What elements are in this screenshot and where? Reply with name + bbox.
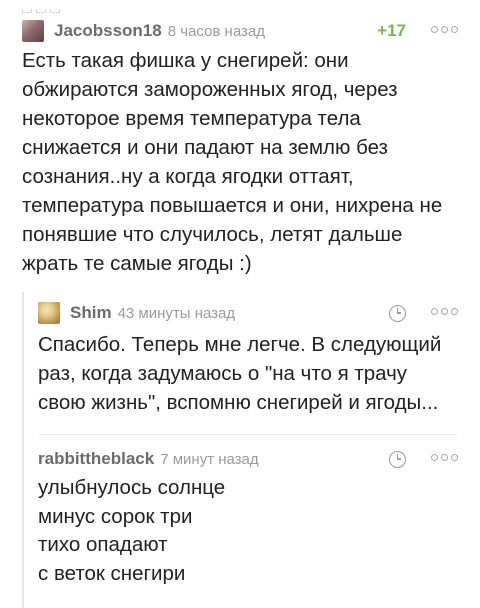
collapsed-thread-markers bbox=[22, 0, 82, 13]
comment-username[interactable]: rabbittheblack bbox=[38, 449, 154, 469]
comment-username[interactable]: Shim bbox=[70, 303, 112, 323]
comment-header: Jacobsson18 8 часов назад +17 bbox=[22, 18, 458, 44]
clock-icon bbox=[389, 305, 406, 322]
comment-reply: Shim 43 минуты назад Спасибо. Теперь мне… bbox=[38, 300, 458, 417]
comment-username[interactable]: Jacobsson18 bbox=[54, 21, 162, 41]
comment-time[interactable]: 8 часов назад bbox=[168, 23, 265, 40]
comment-header: rabbittheblack 7 минут назад bbox=[38, 446, 458, 472]
comment: Jacobsson18 8 часов назад +17 Есть такая… bbox=[22, 18, 458, 278]
user-avatar[interactable] bbox=[22, 20, 44, 42]
comment-text: Спасибо. Теперь мне легче. В следующий р… bbox=[38, 333, 442, 414]
divider bbox=[38, 434, 458, 435]
comment-reply: rabbittheblack 7 минут назад улыбнулось … bbox=[38, 446, 458, 588]
more-options-icon[interactable] bbox=[431, 454, 458, 461]
more-options-icon[interactable] bbox=[431, 26, 458, 33]
reply-thread-line[interactable] bbox=[22, 292, 24, 608]
clock-icon bbox=[389, 451, 406, 468]
comment-text: Есть такая фишка у снегирей: они обжираю… bbox=[22, 49, 443, 275]
comment-time[interactable]: 43 минуты назад bbox=[118, 305, 236, 322]
comment-text: улыбнулось солнце минус сорок три тихо о… bbox=[38, 476, 226, 585]
more-options-icon[interactable] bbox=[431, 308, 458, 315]
user-avatar[interactable] bbox=[38, 302, 60, 324]
comment-header: Shim 43 минуты назад bbox=[38, 300, 458, 326]
comment-rating: +17 bbox=[377, 21, 406, 40]
comment-time[interactable]: 7 минут назад bbox=[160, 451, 258, 468]
